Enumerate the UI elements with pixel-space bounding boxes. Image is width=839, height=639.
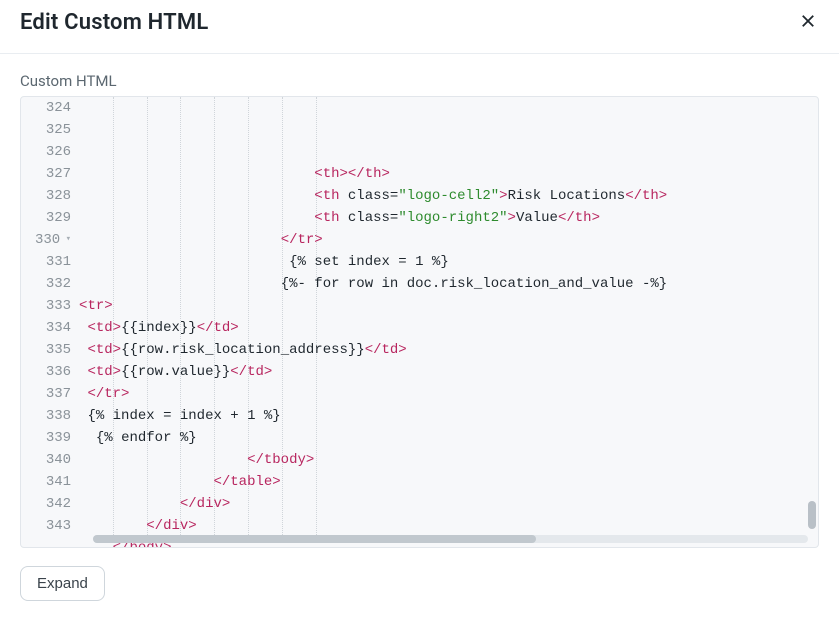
code-line[interactable]: </tbody> xyxy=(79,449,798,471)
line-number: 335 xyxy=(35,339,71,361)
code-line[interactable]: <td>{{row.risk_location_address}}</td> xyxy=(79,339,798,361)
line-number-gutter: 3243253263273283293303313323333343353363… xyxy=(21,97,79,547)
line-number: 325 xyxy=(35,119,71,141)
line-number: 326 xyxy=(35,141,71,163)
scrollbar-vertical-thumb[interactable] xyxy=(808,501,816,529)
code-line[interactable]: {% index = index + 1 %} xyxy=(79,405,798,427)
line-number: 328 xyxy=(35,185,71,207)
code-line[interactable]: </tr> xyxy=(79,383,798,405)
line-number: 327 xyxy=(35,163,71,185)
line-number: 343 xyxy=(35,515,71,537)
scrollbar-horizontal-thumb[interactable] xyxy=(93,535,536,543)
line-number: 329 xyxy=(35,207,71,229)
code-line[interactable]: </table> xyxy=(79,471,798,493)
code-line[interactable]: {%- for row in doc.risk_location_and_val… xyxy=(79,273,798,295)
code-line[interactable]: <tr> xyxy=(79,295,798,317)
line-number: 330 xyxy=(35,229,71,251)
code-line[interactable]: {% set index = 1 %} xyxy=(79,251,798,273)
code-line[interactable]: <th class="logo-cell2">Risk Locations</t… xyxy=(79,185,798,207)
line-number: 336 xyxy=(35,361,71,383)
code-line[interactable]: <td>{{row.value}}</td> xyxy=(79,361,798,383)
dialog-footer: Expand xyxy=(0,556,839,611)
line-number: 342 xyxy=(35,493,71,515)
code-line[interactable]: </div> xyxy=(79,515,798,537)
expand-button[interactable]: Expand xyxy=(20,566,105,601)
line-number: 331 xyxy=(35,251,71,273)
line-number: 332 xyxy=(35,273,71,295)
code-line[interactable]: <td>{{index}}</td> xyxy=(79,317,798,339)
close-icon[interactable] xyxy=(797,10,819,32)
code-editor[interactable]: 3243253263273283293303313323333343353363… xyxy=(20,96,819,548)
field-label: Custom HTML xyxy=(20,72,819,90)
line-number: 338 xyxy=(35,405,71,427)
scrollbar-horizontal-track[interactable] xyxy=(93,535,808,543)
dialog-header: Edit Custom HTML xyxy=(0,0,839,54)
code-line[interactable]: {% endfor %} xyxy=(79,427,798,449)
code-line[interactable]: <th class="logo-right2">Value</th> xyxy=(79,207,798,229)
code-lines[interactable]: <th></th> <th class="logo-cell2">Risk Lo… xyxy=(79,97,818,547)
line-number: 341 xyxy=(35,471,71,493)
code-line[interactable]: </div> xyxy=(79,493,798,515)
line-number: 340 xyxy=(35,449,71,471)
line-number: 333 xyxy=(35,295,71,317)
dialog-title: Edit Custom HTML xyxy=(20,10,208,35)
code-editor-scroll[interactable]: 3243253263273283293303313323333343353363… xyxy=(21,97,818,547)
line-number: 334 xyxy=(35,317,71,339)
line-number: 324 xyxy=(35,97,71,119)
line-number: 339 xyxy=(35,427,71,449)
line-number: 337 xyxy=(35,383,71,405)
code-line[interactable]: </tr> xyxy=(79,229,798,251)
code-line[interactable]: <th></th> xyxy=(79,163,798,185)
dialog-body: Custom HTML 3243253263273283293303313323… xyxy=(0,54,839,556)
